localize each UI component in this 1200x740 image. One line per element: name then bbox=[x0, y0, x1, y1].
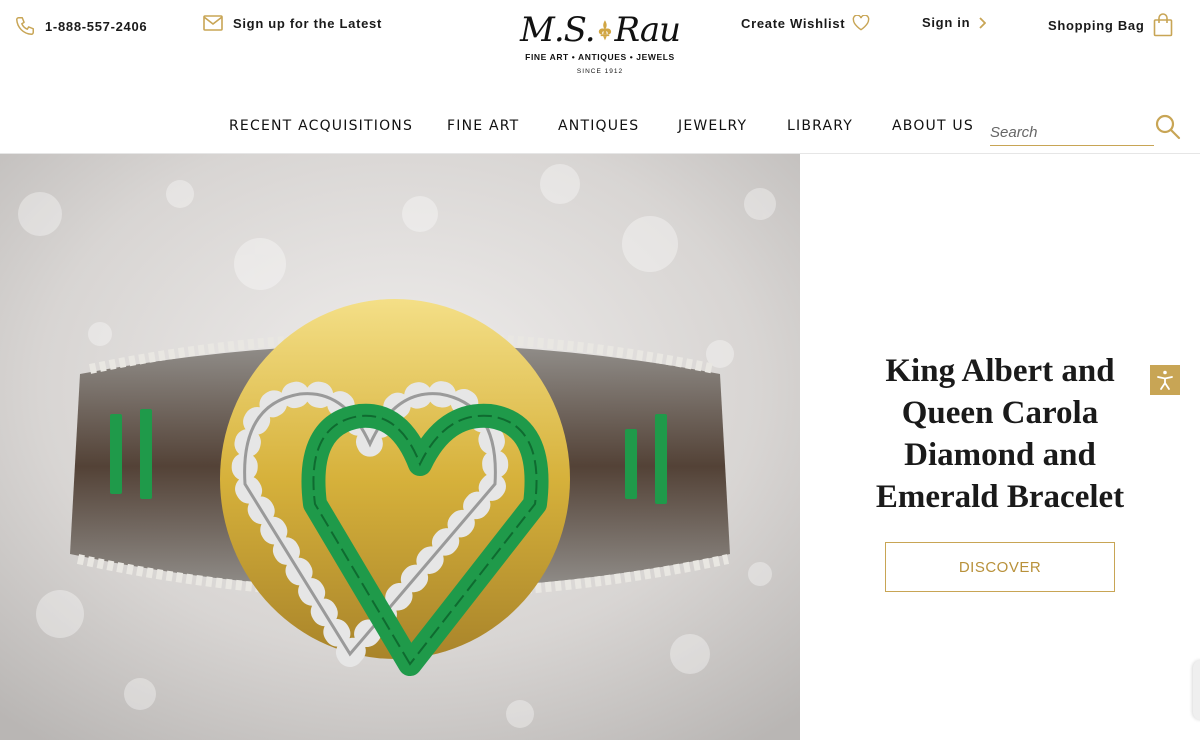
top-bar: 1-888-557-2406 Sign up for the Latest M.… bbox=[0, 0, 1200, 100]
bracelet-illustration bbox=[0, 154, 800, 740]
search-input[interactable] bbox=[990, 114, 1154, 144]
phone-icon bbox=[16, 17, 34, 35]
sign-in-link[interactable]: Sign in bbox=[922, 15, 987, 30]
wishlist-label: Create Wishlist bbox=[741, 15, 846, 31]
search-button[interactable] bbox=[1154, 113, 1184, 143]
bag-label: Shopping Bag bbox=[1048, 17, 1145, 33]
signin-label: Sign in bbox=[922, 15, 971, 30]
nav-item-library[interactable]: LIBRARY bbox=[787, 118, 853, 134]
fleur-de-lis-icon bbox=[598, 20, 611, 41]
logo-wordmark: M.S. Rau bbox=[520, 10, 681, 50]
logo-mark-left: M.S. bbox=[520, 10, 596, 50]
create-wishlist-link[interactable]: Create Wishlist bbox=[741, 15, 870, 31]
signup-label: Sign up for the Latest bbox=[233, 15, 383, 31]
site-logo[interactable]: M.S. Rau FINE ART • ANTIQUES • JEWELS SI… bbox=[520, 10, 681, 90]
accessibility-button[interactable] bbox=[1150, 365, 1180, 395]
shopping-bag-icon bbox=[1153, 13, 1172, 37]
logo-tagline: FINE ART • ANTIQUES • JEWELS bbox=[525, 52, 675, 62]
newsletter-signup-link[interactable]: Sign up for the Latest bbox=[203, 15, 382, 31]
hero-title: King Albert and Queen Carola Diamond and… bbox=[875, 353, 1125, 515]
mail-icon bbox=[203, 15, 223, 31]
logo-mark-right: Rau bbox=[614, 10, 681, 50]
nav-item-antiques[interactable]: ANTIQUES bbox=[558, 118, 639, 134]
nav-item-jewelry[interactable]: JEWELRY bbox=[678, 118, 747, 134]
discover-button[interactable]: DISCOVER bbox=[885, 542, 1115, 592]
search-icon bbox=[1155, 114, 1181, 140]
nav-item-about-us[interactable]: ABOUT US bbox=[892, 118, 974, 134]
search-field bbox=[990, 114, 1154, 146]
heart-icon bbox=[852, 15, 870, 31]
side-widget-tab[interactable] bbox=[1193, 660, 1200, 720]
logo-since: SINCE 1912 bbox=[576, 68, 624, 75]
phone-number: 1-888-557-2406 bbox=[45, 18, 148, 34]
nav-item-recent-acquisitions[interactable]: RECENT ACQUISITIONS bbox=[229, 118, 413, 134]
accessibility-icon bbox=[1157, 370, 1173, 390]
nav-item-fine-art[interactable]: FINE ART bbox=[447, 118, 519, 134]
shopping-bag-link[interactable]: Shopping Bag bbox=[1048, 13, 1173, 37]
hero-text-panel: King Albert and Queen Carola Diamond and… bbox=[800, 154, 1200, 740]
chevron-right-icon bbox=[979, 16, 987, 29]
phone-link[interactable]: 1-888-557-2406 bbox=[14, 15, 147, 37]
hero-image[interactable] bbox=[0, 154, 800, 740]
